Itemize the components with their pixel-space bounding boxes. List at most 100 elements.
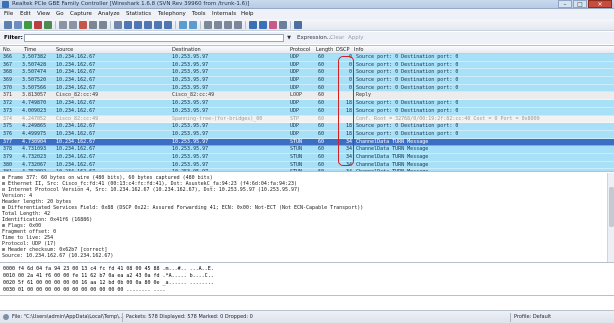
packet-row[interactable]: 366 3.507382 10.234.162.67 10.253.95.97 UDP 6…	[0, 54, 614, 62]
packet-row[interactable]: 378 4.731093 10.234.162.67 10.253.95.97 STUN…	[0, 146, 614, 154]
cell-no: 375	[3, 123, 13, 130]
menu-file[interactable]: File	[4, 11, 13, 17]
cell-no: 380	[3, 161, 13, 168]
packet-row[interactable]: 374 4.247052 Cisco_82:cc:49 Spanning-tree-(…	[0, 115, 614, 124]
packet-row[interactable]: 373 4.009023 10.234.162.67 10.253.95.97 UDP 6…	[0, 107, 614, 116]
menu-telephony[interactable]: Telephony	[158, 11, 186, 17]
coloring-rules-icon[interactable]	[269, 21, 277, 29]
menu-statistics[interactable]: Statistics	[126, 11, 151, 17]
toolbar-divider	[110, 21, 111, 29]
menu-help[interactable]: Help	[241, 11, 254, 17]
column-destination[interactable]: Destination	[172, 47, 201, 53]
main-toolbar	[0, 19, 614, 31]
apply-button[interactable]: Apply	[348, 35, 364, 41]
close-button[interactable]: ✕	[588, 0, 612, 8]
menu-go[interactable]: Go	[56, 11, 64, 17]
bytes-line[interactable]: 0030 01 00 00 00 00 00 00 00 00 00 00 00…	[3, 287, 166, 293]
packet-row[interactable]: 376 4.499975 10.234.162.67 10.253.95.97 UDP 6…	[0, 130, 614, 139]
display-filters-icon[interactable]	[259, 21, 267, 29]
bytes-line[interactable]: 0010 00 2a 41 f6 00 00 fe 11 62 b7 0a ea…	[3, 273, 214, 279]
packet-row[interactable]: 375 4.249865 10.234.162.67 10.253.95.97 UDP 6…	[0, 123, 614, 131]
go-first-icon[interactable]	[154, 21, 162, 29]
go-to-packet-icon[interactable]	[144, 21, 152, 29]
close-file-icon[interactable]	[79, 21, 87, 29]
start-capture-icon[interactable]	[24, 21, 32, 29]
menu-view[interactable]: View	[37, 11, 50, 17]
normal-size-icon[interactable]	[224, 21, 232, 29]
reload-icon[interactable]	[89, 21, 97, 29]
cell-no: 377	[3, 138, 13, 145]
print-icon[interactable]	[99, 21, 107, 29]
packet-row[interactable]: 379 4.732023 10.234.162.67 10.253.95.97 STUN…	[0, 153, 614, 162]
packet-row[interactable]: 377 4.730904 10.234.162.67 10.253.95.97 STUN…	[0, 138, 614, 147]
go-back-icon[interactable]	[124, 21, 132, 29]
packet-row[interactable]: 371 3.813057 Cisco_82:cc:49 Cisco_82:cc:49 L…	[0, 92, 614, 101]
minimize-button[interactable]: –	[558, 0, 572, 8]
column-protocol[interactable]: Protocol	[290, 47, 310, 53]
save-file-icon[interactable]	[69, 21, 77, 29]
interfaces-icon[interactable]	[4, 21, 12, 29]
resize-columns-icon[interactable]	[234, 21, 242, 29]
bytes-line[interactable]: 0000 f4 6d 04 fa 94 23 00 13 c4 fc fd 41…	[3, 266, 214, 272]
expert-info-icon[interactable]	[3, 314, 9, 320]
open-file-icon[interactable]	[59, 21, 67, 29]
options-icon[interactable]	[14, 21, 22, 29]
column-source[interactable]: Source	[56, 47, 73, 53]
status-bar: File: "C:\Users\admin\AppData\Local\Temp…	[0, 310, 614, 323]
detail-line[interactable]: ⊞ Differentiated Services Field: 0x88 (D…	[2, 205, 363, 211]
restart-capture-icon[interactable]	[44, 21, 52, 29]
stop-capture-icon[interactable]	[34, 21, 42, 29]
cell-info: Source port: 0 Destination port: 0	[356, 54, 459, 60]
column-length[interactable]: Length	[316, 47, 333, 53]
packet-row[interactable]: 370 3.507566 10.234.162.67 10.253.95.97 UDP 6…	[0, 84, 614, 93]
cell-source: 10.234.162.67	[56, 107, 96, 114]
detail-line[interactable]: ⊟ Internet Protocol Version 4, Src: 10.2…	[2, 187, 300, 193]
cell-info: ChannelData TURN Message	[356, 153, 429, 160]
detail-line[interactable]: Source: 10.234.162.67 (10.234.162.67)	[2, 253, 113, 259]
filter-input[interactable]	[24, 34, 284, 42]
colorize-icon[interactable]	[179, 21, 187, 29]
packet-row[interactable]: 369 3.507520 10.234.162.67 10.253.95.97 UDP 6…	[0, 77, 614, 85]
menu-analyze[interactable]: Analyze	[98, 11, 120, 17]
filter-label: Filter:	[4, 35, 23, 41]
packet-row[interactable]: 380 4.732067 10.234.162.67 10.253.95.97 STUN…	[0, 161, 614, 170]
menu-tools[interactable]: Tools	[192, 11, 206, 17]
cell-info: Conf. Root = 32768/0/00:19:2f:82:cc:40 C…	[356, 115, 540, 122]
column-time[interactable]: Time	[24, 47, 36, 53]
details-scrollbar[interactable]	[607, 173, 614, 262]
cell-source: 10.234.162.67	[56, 169, 95, 171]
chevron-down-icon[interactable]: ▼	[285, 34, 293, 42]
maximize-button[interactable]: □	[573, 0, 587, 8]
status-profile[interactable]: Profile: Default	[514, 314, 551, 320]
toolbar-divider	[55, 21, 56, 29]
clear-button[interactable]: Clear	[330, 35, 344, 41]
zoom-in-icon[interactable]	[204, 21, 212, 29]
scrollbar-thumb[interactable]	[609, 187, 614, 227]
packet-list-header: No. Time Source Destination Protocol Len…	[0, 46, 614, 54]
cell-info: Reply	[356, 92, 372, 99]
packet-row[interactable]: 372 4.749870 10.234.162.67 10.253.95.97 UDP 6…	[0, 100, 614, 108]
preferences-icon[interactable]	[279, 21, 287, 29]
zoom-out-icon[interactable]	[214, 21, 222, 29]
auto-scroll-icon[interactable]	[189, 21, 197, 29]
cell-info: Source port: 0 Destination port: 0	[356, 130, 459, 137]
cell-time: 4.732067	[22, 161, 47, 168]
cell-source: 10.234.162.67	[56, 153, 96, 160]
go-forward-icon[interactable]	[134, 21, 142, 29]
menu-internals[interactable]: Internals	[212, 11, 236, 17]
go-last-icon[interactable]	[164, 21, 172, 29]
column-info[interactable]: Info	[354, 47, 363, 53]
column-no[interactable]: No.	[3, 47, 11, 53]
packet-row[interactable]: 368 3.507474 10.234.162.67 10.253.95.97 UDP 6…	[0, 69, 614, 78]
cell-length: 60	[318, 153, 325, 160]
packet-row[interactable]: 381 4.752092 10.234.162.67 10.253.95.97 STUN…	[0, 169, 614, 171]
capture-filters-icon[interactable]	[249, 21, 257, 29]
expression-button[interactable]: Expression...	[297, 35, 332, 41]
menu-edit[interactable]: Edit	[20, 11, 31, 17]
menu-capture[interactable]: Capture	[70, 11, 92, 17]
help-icon[interactable]	[294, 21, 302, 29]
packet-row[interactable]: 367 3.507428 10.234.162.67 10.253.95.97 UDP 6…	[0, 61, 614, 70]
column-dscp[interactable]: DSCP	[336, 47, 350, 53]
find-packet-icon[interactable]	[114, 21, 122, 29]
bytes-line[interactable]: 0020 5f 61 00 00 00 00 00 16 aa 12 bd 0b…	[3, 280, 214, 286]
